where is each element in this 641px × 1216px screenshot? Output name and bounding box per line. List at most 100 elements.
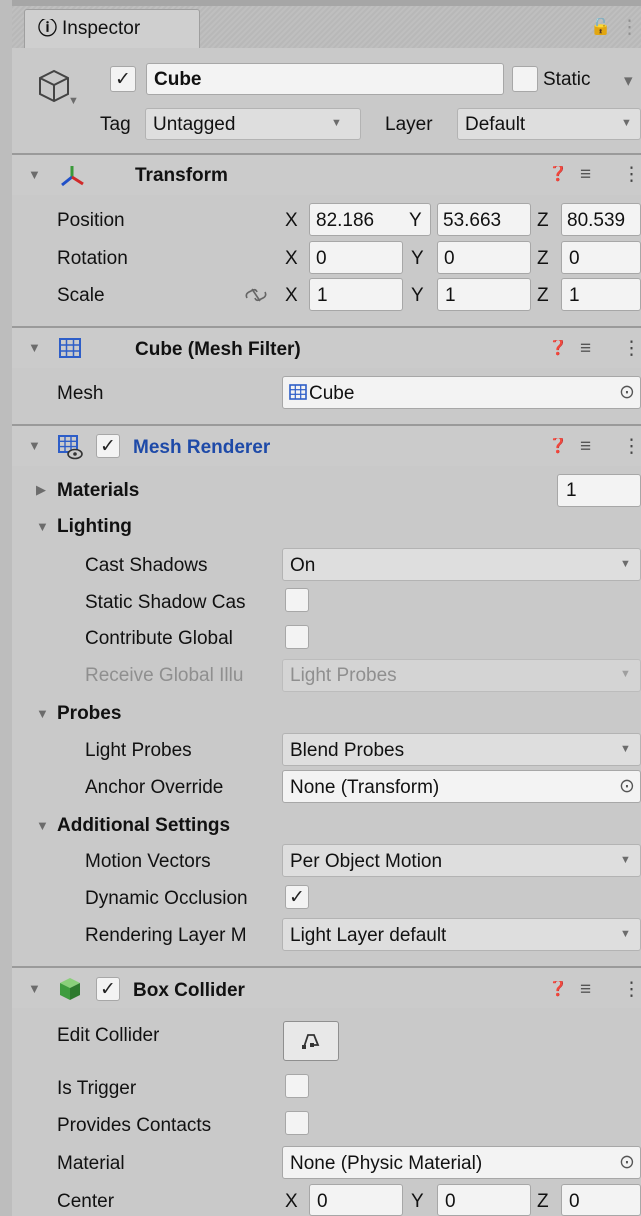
mesh-filter-help-icon[interactable]: ❓	[548, 340, 568, 356]
center-z-axis[interactable]: Z	[537, 1192, 549, 1211]
lighting-label[interactable]: Lighting	[57, 517, 132, 536]
box-collider-presets-icon[interactable]: ≡	[580, 980, 591, 999]
layer-label: Layer	[385, 115, 433, 134]
cast-shadows-dropdown[interactable]	[282, 548, 641, 581]
is-trigger-checkbox[interactable]	[285, 1074, 309, 1098]
mesh-filter-menu-icon[interactable]: ⋮	[622, 339, 641, 358]
transform-menu-icon[interactable]: ⋮	[622, 165, 641, 184]
position-z-axis[interactable]: Z	[537, 211, 549, 230]
mesh-renderer-check-mark: ✓	[100, 436, 116, 457]
anchor-override-value: None (Transform)	[290, 778, 440, 797]
center-z-value: 0	[569, 1192, 580, 1211]
transform-foldout-arrow[interactable]: ▼	[28, 168, 41, 181]
materials-foldout-arrow[interactable]: ▶	[36, 483, 46, 496]
mesh-renderer-icon	[58, 435, 83, 460]
provides-contacts-checkbox[interactable]	[285, 1111, 309, 1135]
constrain-proportions-icon[interactable]	[244, 285, 268, 305]
edit-collider-icon	[302, 1034, 320, 1049]
material-object-picker-icon[interactable]: ⊙	[619, 1153, 635, 1172]
rendering-layer-dropdown-arrow: ▼	[620, 929, 631, 940]
additional-settings-label[interactable]: Additional Settings	[57, 816, 230, 835]
center-label: Center	[57, 1192, 115, 1211]
position-label: Position	[57, 211, 125, 230]
motion-vectors-label: Motion Vectors	[85, 852, 211, 871]
rendering-layer-mask-label: Rendering Layer M	[85, 926, 247, 945]
scale-x-value: 1	[317, 286, 328, 305]
rendering-layer-mask-value: Light Layer default	[290, 926, 447, 945]
mesh-renderer-foldout-arrow[interactable]: ▼	[28, 439, 41, 452]
mesh-object-picker-icon[interactable]: ⊙	[619, 383, 635, 402]
icon-dropdown-arrow[interactable]: ▼	[68, 96, 79, 107]
mesh-filter-foldout-arrow[interactable]: ▼	[28, 341, 41, 354]
mesh-filter-presets-icon[interactable]: ≡	[580, 339, 591, 358]
center-x-axis[interactable]: X	[285, 1192, 298, 1211]
center-x-value: 0	[317, 1192, 328, 1211]
transform-axes-icon	[61, 166, 84, 187]
left-edge	[0, 0, 12, 1216]
rotation-y-value: 0	[444, 249, 455, 268]
rotation-label: Rotation	[57, 249, 128, 268]
center-y-axis[interactable]: Y	[411, 1192, 424, 1211]
box-collider-icon	[60, 978, 80, 1000]
motion-vectors-value: Per Object Motion	[290, 852, 443, 871]
scale-x-axis[interactable]: X	[285, 286, 298, 305]
additional-settings-foldout-arrow[interactable]: ▼	[36, 819, 49, 832]
light-probes-dropdown-arrow: ▼	[620, 744, 631, 755]
mesh-filter-header[interactable]	[12, 328, 641, 368]
rotation-y-axis[interactable]: Y	[411, 249, 424, 268]
motion-vectors-dropdown-arrow: ▼	[620, 855, 631, 866]
lock-icon[interactable]: 🔓	[590, 18, 611, 35]
tab-menu-icon[interactable]: ⋮	[620, 18, 639, 37]
box-collider-foldout-arrow[interactable]: ▼	[28, 982, 41, 995]
mesh-renderer-presets-icon[interactable]: ≡	[580, 437, 591, 456]
rotation-z-axis[interactable]: Z	[537, 249, 549, 268]
mesh-value: Cube	[309, 384, 355, 403]
box-collider-help-icon[interactable]: ❓	[548, 981, 568, 997]
scale-y-value: 1	[445, 286, 456, 305]
cast-shadows-label: Cast Shadows	[85, 556, 208, 575]
mesh-filter-grid-icon	[59, 338, 81, 358]
position-y-value: 53.663	[443, 211, 502, 230]
tab-inspector-label: Inspector	[62, 19, 141, 38]
rotation-x-axis[interactable]: X	[285, 249, 298, 268]
transform-presets-icon[interactable]: ≡	[580, 165, 591, 184]
scale-y-axis[interactable]: Y	[411, 286, 424, 305]
tag-label: Tag	[100, 115, 131, 134]
static-dropdown-arrow[interactable]: ▾	[624, 72, 633, 89]
scale-z-axis[interactable]: Z	[537, 286, 549, 305]
contribute-global-illumination-checkbox[interactable]	[285, 625, 309, 649]
position-x-axis[interactable]: X	[285, 211, 298, 230]
box-collider-check-mark: ✓	[100, 979, 116, 1000]
dynamic-occlusion-check-mark: ✓	[289, 887, 305, 908]
mesh-renderer-title: Mesh Renderer	[133, 438, 271, 457]
box-collider-menu-icon[interactable]: ⋮	[622, 980, 641, 999]
scale-z-value: 1	[569, 286, 580, 305]
provides-contacts-label: Provides Contacts	[57, 1116, 212, 1135]
active-check-mark: ✓	[115, 69, 131, 90]
dynamic-occlusion-label: Dynamic Occlusion	[85, 889, 248, 908]
probes-foldout-arrow[interactable]: ▼	[36, 707, 49, 720]
materials-label[interactable]: Materials	[57, 481, 139, 500]
layer-dropdown-arrow: ▼	[621, 118, 632, 129]
mesh-renderer-menu-icon[interactable]: ⋮	[622, 437, 641, 456]
position-z-value: 80.539	[567, 211, 626, 230]
receive-global-illumination-label: Receive Global Illu	[85, 666, 244, 685]
anchor-override-label: Anchor Override	[85, 778, 224, 797]
transform-help-icon[interactable]: ❓	[548, 166, 568, 182]
info-icon: ⓘ	[38, 19, 58, 38]
lighting-foldout-arrow[interactable]: ▼	[36, 520, 49, 533]
static-shadow-caster-checkbox[interactable]	[285, 588, 309, 612]
mesh-label: Mesh	[57, 384, 104, 403]
probes-label[interactable]: Probes	[57, 704, 121, 723]
transform-title: Transform	[135, 166, 228, 185]
static-checkbox[interactable]	[512, 66, 538, 92]
cast-shadows-dropdown-arrow: ▼	[620, 559, 631, 570]
mesh-asset-icon	[289, 384, 307, 400]
scale-label: Scale	[57, 286, 105, 305]
anchor-object-picker-icon[interactable]: ⊙	[619, 777, 635, 796]
mesh-renderer-help-icon[interactable]: ❓	[548, 438, 568, 454]
transform-header[interactable]	[12, 155, 641, 195]
position-y-axis[interactable]: Y	[409, 211, 422, 230]
receive-global-illumination-value: Light Probes	[290, 666, 397, 685]
is-trigger-label: Is Trigger	[57, 1079, 137, 1098]
